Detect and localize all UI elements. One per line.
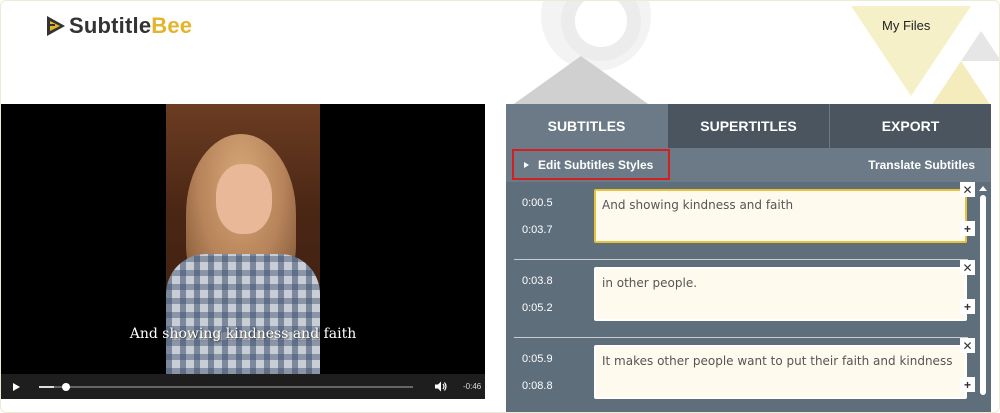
video-person-shirt [166,254,320,374]
decor-triangle-gray [511,56,651,106]
tab-export[interactable]: EXPORT [829,104,991,148]
play-button[interactable] [1,374,31,399]
logo[interactable]: SubtitleBee [45,13,192,39]
subtitle-toolbar: Edit Subtitles Styles Translate Subtitle… [506,148,991,182]
video-person-face [216,164,272,234]
subtitle-end-time[interactable]: 0:03.7 [522,224,553,236]
panel-tabs: SUBTITLES SUPERTITLES EXPORT [506,104,991,148]
video-player[interactable]: And showing kindness and faith -0:46 [1,104,485,399]
delete-subtitle-button[interactable]: ✕ [960,182,975,197]
decor-triangle-yellow-small [931,61,991,106]
nav-my-files-link[interactable]: My Files [882,18,930,33]
subtitle-row: 0:00.5 0:03.7 And showing kindness and f… [514,182,975,260]
subtitle-row: 0:05.9 0:08.8 It makes other people want… [514,338,975,412]
add-subtitle-button[interactable]: + [960,299,975,314]
tab-supertitles[interactable]: SUPERTITLES [667,104,829,148]
time-remaining: -0:46 [463,382,482,391]
scroll-up-arrow-icon[interactable] [979,186,987,191]
logo-text-subtitle: Subtitle [69,13,152,38]
edit-subtitles-styles-label: Edit Subtitles Styles [538,157,654,172]
subtitle-text-input[interactable]: It makes other people want to put their … [594,345,967,399]
logo-text: SubtitleBee [69,13,192,39]
edit-subtitles-styles-button[interactable]: Edit Subtitles Styles [512,149,670,180]
subtitle-start-time[interactable]: 0:00.5 [522,197,553,209]
logo-text-bee: Bee [151,13,193,38]
progress-fill [39,385,54,388]
tab-subtitles[interactable]: SUBTITLES [506,104,667,148]
decor-triangle-gray-small [961,31,999,61]
bee-logo-icon [47,16,65,36]
subtitle-list: 0:00.5 0:03.7 And showing kindness and f… [506,182,976,412]
add-subtitle-button[interactable]: + [960,221,975,236]
expand-triangle-icon [524,161,529,168]
delete-subtitle-button[interactable]: ✕ [960,260,975,275]
translate-subtitles-link[interactable]: Translate Subtitles [868,158,975,172]
subtitle-end-time[interactable]: 0:05.2 [522,302,553,314]
subtitle-start-time[interactable]: 0:05.9 [522,353,553,365]
app-frame: SubtitleBee My Files And showing kindnes… [0,0,1000,413]
speaker-icon [435,381,447,392]
delete-subtitle-button[interactable]: ✕ [960,338,975,353]
subtitle-text-input[interactable]: And showing kindness and faith [594,189,967,243]
subtitle-text-input[interactable]: in other people. [594,267,967,321]
video-caption: And showing kindness and faith [129,326,357,342]
add-subtitle-button[interactable]: + [960,377,975,392]
subtitle-panel: SUBTITLES SUPERTITLES EXPORT Edit Subtit… [506,104,991,412]
subtitle-end-time[interactable]: 0:08.8 [522,380,553,392]
subtitle-list-scrollbar[interactable] [977,182,989,412]
scrollbar-thumb[interactable] [980,195,986,395]
subtitle-row: 0:03.8 0:05.2 in other people. ✕ + [514,260,975,338]
progress-bar[interactable] [39,382,413,391]
volume-button[interactable] [429,374,453,399]
subtitle-start-time[interactable]: 0:03.8 [522,275,553,287]
progress-knob[interactable] [62,382,70,391]
video-controls: -0:46 [1,374,485,399]
play-icon [12,382,20,391]
